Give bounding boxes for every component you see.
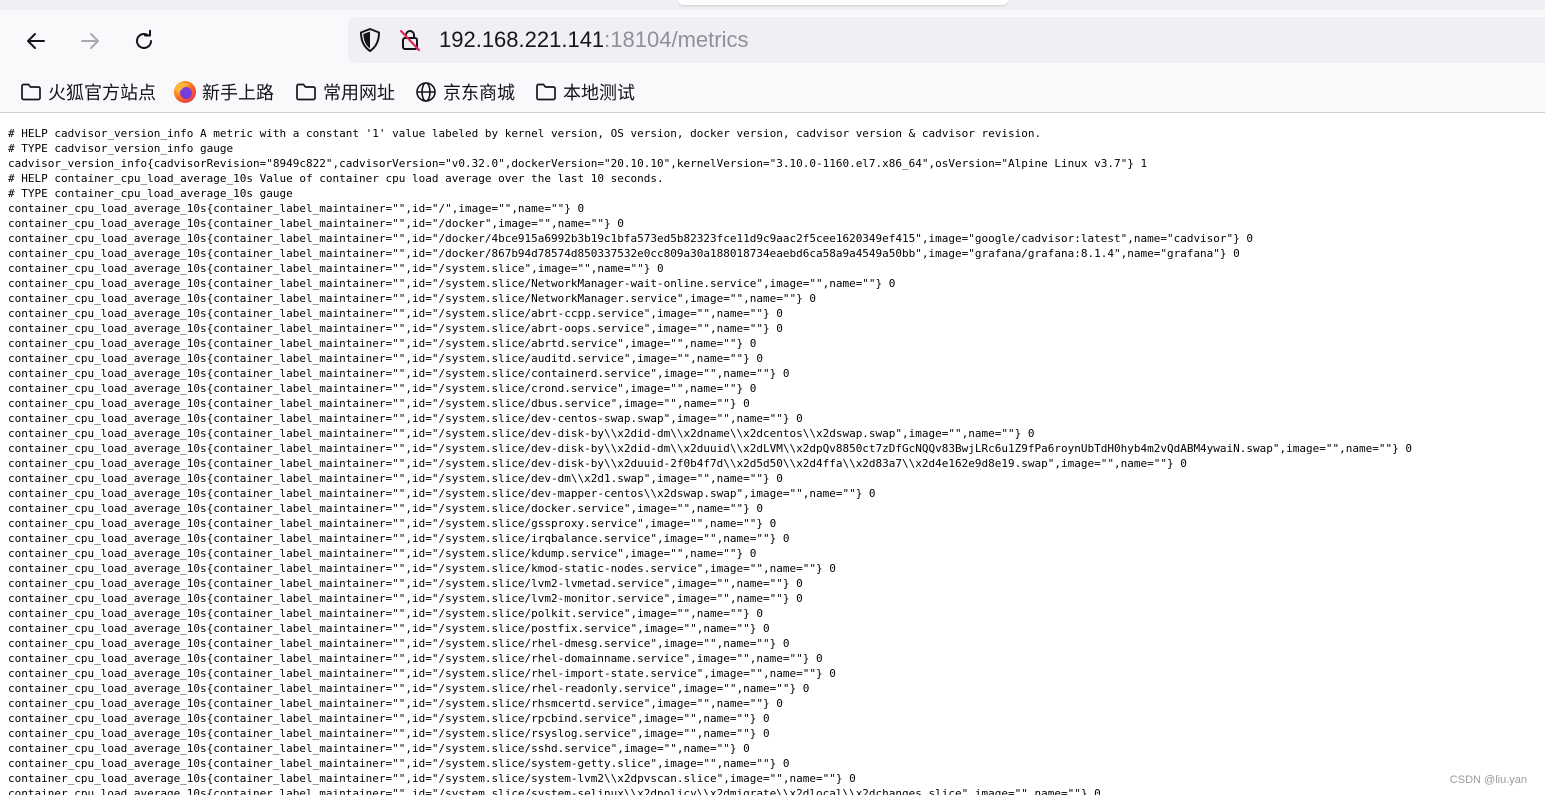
- bookmark-folder-common-sites[interactable]: 常用网址: [294, 79, 395, 105]
- metric-sample-line: container_cpu_load_average_10s{container…: [8, 592, 803, 605]
- metric-comment-line: # TYPE container_cpu_load_average_10s ga…: [8, 187, 293, 200]
- shield-icon: [360, 28, 380, 52]
- metric-sample-line: container_cpu_load_average_10s{container…: [8, 742, 750, 755]
- metric-sample-line: container_cpu_load_average_10s{container…: [8, 277, 896, 290]
- metric-sample-line: container_cpu_load_average_10s{container…: [8, 322, 783, 335]
- bookmark-label: 京东商城: [443, 83, 515, 104]
- active-tab[interactable]: [678, 0, 1008, 5]
- forward-button[interactable]: [72, 24, 108, 58]
- bookmark-folder-firefox-official[interactable]: 火狐官方站点: [19, 79, 156, 105]
- metric-sample-line: container_cpu_load_average_10s{container…: [8, 397, 750, 410]
- metric-sample-line: container_cpu_load_average_10s{container…: [8, 697, 783, 710]
- metric-sample-line: container_cpu_load_average_10s{container…: [8, 772, 856, 785]
- folder-icon: [294, 80, 318, 104]
- globe-icon: [414, 80, 438, 104]
- metric-sample-line: container_cpu_load_average_10s{container…: [8, 427, 1035, 440]
- bookmark-label: 新手上路: [202, 83, 274, 104]
- metric-sample-line: container_cpu_load_average_10s{container…: [8, 637, 790, 650]
- metric-sample-line: container_cpu_load_average_10s{container…: [8, 412, 803, 425]
- site-security-button[interactable]: [398, 28, 422, 56]
- back-button[interactable]: [18, 24, 54, 58]
- metric-sample-line: container_cpu_load_average_10s{container…: [8, 442, 1412, 455]
- metric-sample-line: container_cpu_load_average_10s{container…: [8, 202, 585, 215]
- metric-sample-line: container_cpu_load_average_10s{container…: [8, 787, 1101, 795]
- metrics-page-content: # HELP cadvisor_version_info A metric wi…: [8, 126, 1538, 795]
- reload-button[interactable]: [126, 24, 162, 58]
- metric-sample-line: container_cpu_load_average_10s{container…: [8, 367, 790, 380]
- metric-sample-line: container_cpu_load_average_10s{container…: [8, 682, 810, 695]
- metric-sample-line: container_cpu_load_average_10s{container…: [8, 262, 664, 275]
- metric-sample-line: container_cpu_load_average_10s{container…: [8, 472, 783, 485]
- metric-sample-line: container_cpu_load_average_10s{container…: [8, 712, 770, 725]
- reload-icon: [136, 29, 152, 49]
- metric-sample-line: container_cpu_load_average_10s{container…: [8, 607, 763, 620]
- metric-sample-line: container_cpu_load_average_10s{container…: [8, 577, 803, 590]
- bookmark-label: 火狐官方站点: [48, 83, 156, 104]
- bookmark-folder-local-test[interactable]: 本地测试: [534, 79, 635, 105]
- metric-sample-line: container_cpu_load_average_10s{container…: [8, 247, 1240, 260]
- metric-sample-line: container_cpu_load_average_10s{container…: [8, 757, 790, 770]
- back-arrow-icon: [27, 33, 45, 49]
- metric-sample-line: container_cpu_load_average_10s{container…: [8, 307, 783, 320]
- metric-sample-line: container_cpu_load_average_10s{container…: [8, 487, 876, 500]
- metric-sample-line: container_cpu_load_average_10s{container…: [8, 532, 790, 545]
- metric-sample-line: container_cpu_load_average_10s{container…: [8, 622, 770, 635]
- url-port-path: :18104/metrics: [604, 27, 749, 52]
- metric-sample-line: container_cpu_load_average_10s{container…: [8, 517, 777, 530]
- metric-sample-line: container_cpu_load_average_10s{container…: [8, 337, 757, 350]
- metric-sample-line: container_cpu_load_average_10s{container…: [8, 232, 1254, 245]
- navigation-toolbar: 192.168.221.141:18104/metrics: [0, 10, 1545, 72]
- forward-arrow-icon: [81, 33, 99, 49]
- metric-sample-line: container_cpu_load_average_10s{container…: [8, 667, 836, 680]
- metric-sample-line: container_cpu_load_average_10s{container…: [8, 727, 770, 740]
- bookmark-label: 常用网址: [323, 83, 395, 104]
- metric-sample-line: container_cpu_load_average_10s{container…: [8, 217, 624, 230]
- folder-icon: [534, 80, 558, 104]
- metric-sample-line: container_cpu_load_average_10s{container…: [8, 292, 816, 305]
- url-host: 192.168.221.141: [439, 27, 605, 52]
- insecure-lock-icon: [399, 29, 421, 52]
- bookmark-getting-started[interactable]: 新手上路: [173, 79, 274, 105]
- metric-sample-line: container_cpu_load_average_10s{container…: [8, 562, 836, 575]
- metrics-text: # HELP cadvisor_version_info A metric wi…: [8, 126, 1538, 795]
- tracking-protection-button[interactable]: [358, 27, 382, 57]
- address-bar[interactable]: 192.168.221.141:18104/metrics: [348, 17, 1545, 63]
- metric-sample-line: container_cpu_load_average_10s{container…: [8, 457, 1187, 470]
- metric-sample-line: container_cpu_load_average_10s{container…: [8, 652, 823, 665]
- metric-comment-line: # TYPE cadvisor_version_info gauge: [8, 142, 234, 155]
- tab-strip: [0, 0, 1545, 10]
- bookmark-label: 本地测试: [563, 83, 635, 104]
- metric-sample-line: cadvisor_version_info{cadvisorRevision="…: [8, 157, 1148, 170]
- metric-comment-line: # HELP container_cpu_load_average_10s Va…: [8, 172, 664, 185]
- url-text[interactable]: 192.168.221.141:18104/metrics: [439, 26, 748, 54]
- metric-comment-line: # HELP cadvisor_version_info A metric wi…: [8, 127, 1042, 140]
- metric-sample-line: container_cpu_load_average_10s{container…: [8, 502, 763, 515]
- csdn-watermark: CSDN @liu.yan: [1447, 774, 1529, 786]
- bookmarks-toolbar: 火狐官方站点 新手上路 常用网址 京东商城 本地测试: [0, 72, 1545, 113]
- metric-sample-line: container_cpu_load_average_10s{container…: [8, 382, 757, 395]
- folder-icon: [19, 80, 43, 104]
- bookmark-jd-mall[interactable]: 京东商城: [414, 79, 515, 105]
- metric-sample-line: container_cpu_load_average_10s{container…: [8, 547, 757, 560]
- metric-sample-line: container_cpu_load_average_10s{container…: [8, 352, 763, 365]
- firefox-logo-icon: [173, 80, 197, 104]
